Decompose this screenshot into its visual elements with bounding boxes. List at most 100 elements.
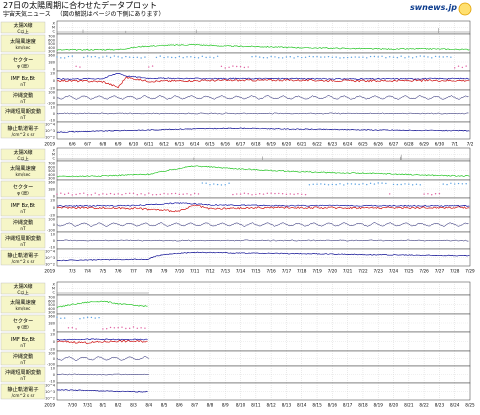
sector-point [442,56,444,58]
sector-point [331,56,334,59]
row-label-line2: km/sec [16,45,32,50]
x-tick-label: 8/21 [404,403,414,408]
x-tick-label: 7/11 [190,269,200,274]
sector-point [362,56,364,58]
sector-point [423,55,425,58]
sector-point [220,184,223,186]
x-tick-label: 8/16 [328,403,338,408]
sector-point [121,193,123,196]
row-label-line2: km/sec [16,306,32,311]
x-tick-label: 6/14 [190,142,200,147]
sector-point [346,56,349,59]
sector-point [94,192,96,194]
sector-point [56,316,58,318]
sector-point [79,192,81,195]
sector-point [132,192,135,195]
x-tick-label: 6/17 [236,142,246,147]
sector-point [56,193,58,195]
x-tick-label: 6/25 [358,142,368,147]
sector-point [216,183,219,186]
sector-point [461,66,464,69]
x-year-label: 2019 [44,269,55,274]
y-tick-label: 20 [50,199,55,203]
row-label-line2: nT [20,209,26,214]
sector-point [205,182,207,184]
sector-point [301,193,303,195]
sector-point [297,55,299,58]
x-tick-label: 6/16 [221,142,231,147]
sector-point [236,65,238,68]
sector-point [366,57,368,59]
sector-point [90,316,93,319]
sector-point [270,192,272,194]
sector-point [369,182,372,185]
sector-point [316,55,318,58]
x-tick-label: 6/15 [205,142,215,147]
sector-point [121,326,123,328]
sector-point [174,56,177,59]
sector-point [182,193,184,195]
row-label-sector: セクターφ (度) [0,314,46,332]
x-tick-label: 8/1 [100,403,107,408]
x-year-label: 2019 [44,403,55,408]
sector-point [163,192,165,195]
sector-point [83,317,85,319]
x-tick-label: 6/6 [69,142,76,147]
sector-point [83,56,85,59]
sector-point [60,317,62,320]
row-label-line1: セクター [13,317,34,325]
row-label-line2: nT [20,99,26,104]
sector-point [343,184,345,186]
sector-point [98,316,100,319]
y-tick-label: C [52,157,55,161]
x-tick-label: 6/19 [266,142,276,147]
sector-point [304,193,307,196]
row-label-line1: 沖縄変動 [13,91,34,99]
y-tick-label: 10^4 [45,250,56,254]
y-tick-label: 0 [53,112,56,116]
sector-point [155,193,158,196]
sector-point [362,183,364,185]
x-tick-label: 7/6 [115,269,122,274]
sector-point [450,56,452,58]
sector-point [159,193,161,196]
x-tick-label: 6/13 [175,142,185,147]
sector-point [243,192,246,194]
y-tick-label: 0 [53,79,56,83]
row-label-xray: 太陽X線C以上 [0,148,46,161]
sector-point [427,56,429,58]
sector-point [174,192,177,195]
x-tick-label: 8/13 [282,403,292,408]
sector-point [71,55,73,57]
row-label-line1: 太陽風速度 [10,164,36,172]
sector-point [67,55,70,58]
x-tick-label: 7/7 [130,269,137,274]
sector-point [106,55,108,57]
x-tick-label: 8/5 [161,403,168,408]
sector-point [213,183,215,185]
sector-point [320,56,322,58]
row-label-line1: 沖縄変動 [13,352,34,360]
x-tick-label: 7/3 [69,269,76,274]
sector-point [159,55,161,57]
row-label-electron: 静止軌道電子/cm^2 s sr [0,249,46,266]
y-tick-label: 0 [53,239,56,243]
sector-point [171,56,173,59]
sector-point [98,57,100,59]
sector-point [71,194,73,196]
sector-point [251,56,253,58]
sector-point [136,56,139,59]
row-label-line2: nT [20,226,26,231]
y-tick-label: C [52,30,55,34]
x-tick-label: 7/12 [205,269,215,274]
sector-point [381,55,383,57]
sector-point [377,182,379,184]
x-tick-label: 7/31 [83,403,93,408]
row-label-imf: IMF Bz,BtnT [0,198,46,217]
sector-point [128,327,131,330]
sector-point [79,318,81,320]
x-tick-label: 6/21 [297,142,307,147]
sector-point [251,194,253,196]
sector-point [255,193,257,196]
sector-point [385,57,387,59]
